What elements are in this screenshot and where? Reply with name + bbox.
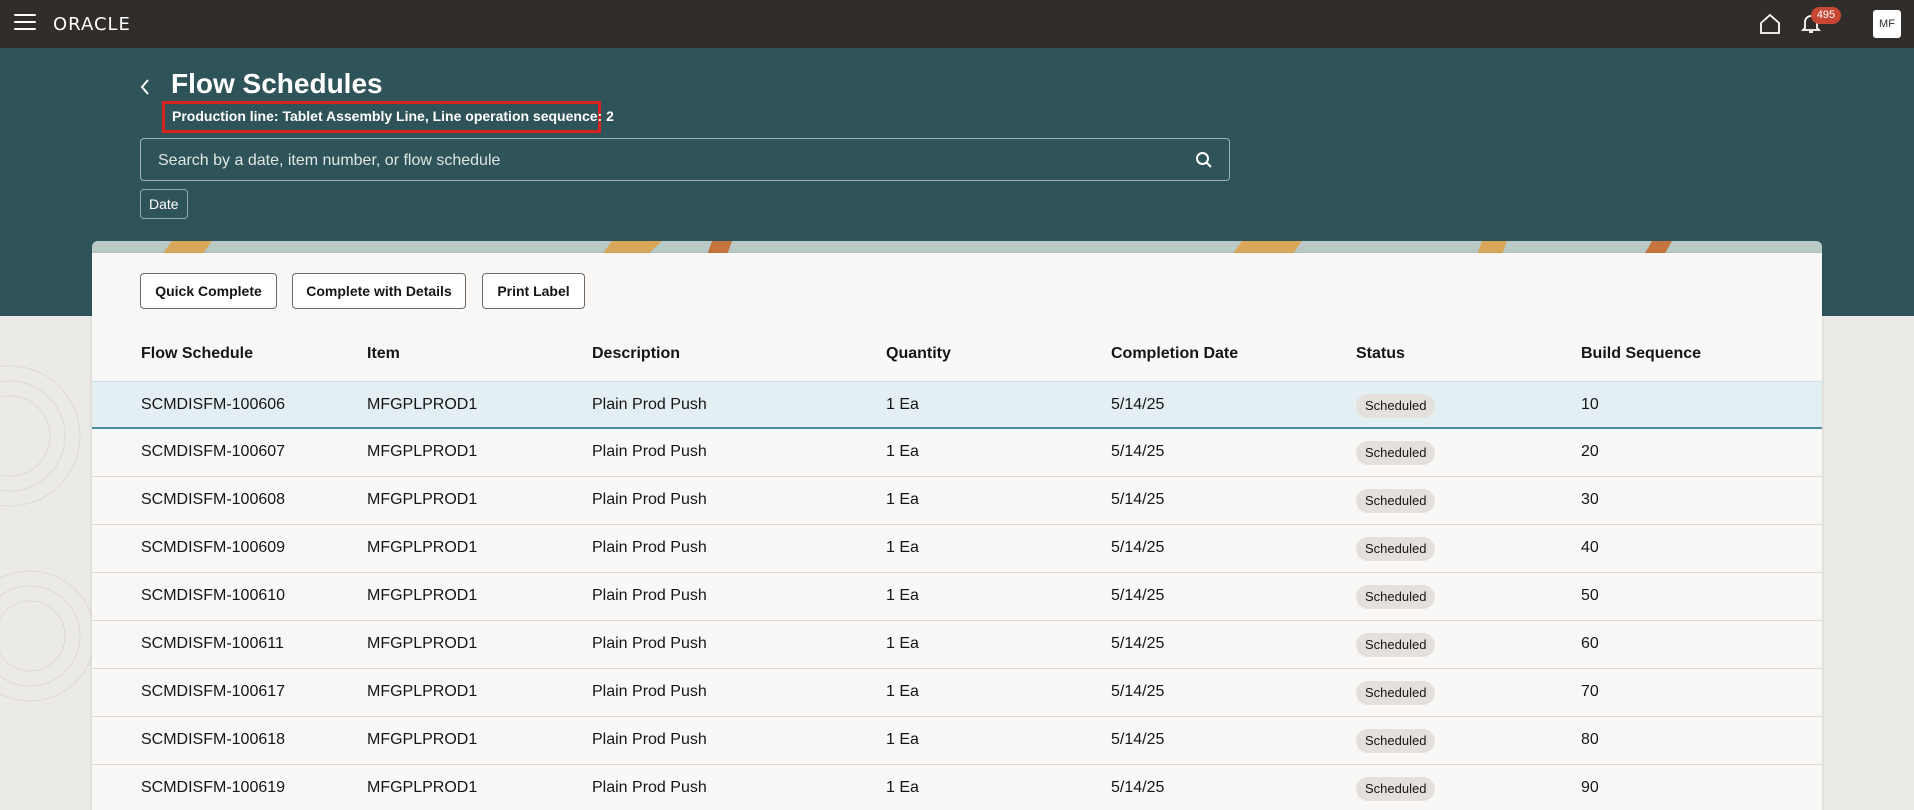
column-header-description[interactable]: Description xyxy=(592,345,680,363)
column-header-build-sequence[interactable]: Build Sequence xyxy=(1581,345,1701,363)
item-cell: MFGPLPROD1 xyxy=(367,779,478,796)
top-bar: ORACLE 495 MF xyxy=(0,0,1914,48)
completion-date-cell: 5/14/25 xyxy=(1111,396,1165,413)
notification-badge: 495 xyxy=(1811,7,1841,24)
completion-date-cell: 5/14/25 xyxy=(1111,635,1165,652)
completion-date-cell: 5/14/25 xyxy=(1111,779,1165,796)
item-cell: MFGPLPROD1 xyxy=(367,396,478,413)
completion-date-cell: 5/14/25 xyxy=(1111,731,1165,748)
status-badge: Scheduled xyxy=(1356,489,1436,513)
status-badge: Scheduled xyxy=(1356,777,1436,801)
item-cell: MFGPLPROD1 xyxy=(367,539,478,556)
user-avatar[interactable]: MF xyxy=(1873,10,1901,38)
item-cell: MFGPLPROD1 xyxy=(367,587,478,604)
flow-schedule-cell: SCMDISFM-100618 xyxy=(141,731,286,748)
search-input[interactable]: Search by a date, item number, or flow s… xyxy=(140,138,1230,181)
column-header-flow-schedule[interactable]: Flow Schedule xyxy=(141,345,253,363)
quantity-cell: 1 Ea xyxy=(886,491,919,508)
table-row[interactable]: SCMDISFM-100606 MFGPLPROD1 Plain Prod Pu… xyxy=(92,381,1822,429)
quantity-cell: 1 Ea xyxy=(886,443,919,460)
column-header-status[interactable]: Status xyxy=(1356,345,1405,363)
table-row[interactable]: SCMDISFM-100607 MFGPLPROD1 Plain Prod Pu… xyxy=(92,429,1822,477)
description-cell: Plain Prod Push xyxy=(592,731,707,748)
status-badge: Scheduled xyxy=(1356,681,1436,705)
build-sequence-cell: 70 xyxy=(1581,683,1599,700)
description-cell: Plain Prod Push xyxy=(592,683,707,700)
description-cell: Plain Prod Push xyxy=(592,779,707,796)
item-cell: MFGPLPROD1 xyxy=(367,635,478,652)
item-cell: MFGPLPROD1 xyxy=(367,491,478,508)
description-cell: Plain Prod Push xyxy=(592,587,707,604)
completion-date-cell: 5/14/25 xyxy=(1111,443,1165,460)
hamburger-menu-icon[interactable] xyxy=(14,14,36,34)
description-cell: Plain Prod Push xyxy=(592,491,707,508)
quantity-cell: 1 Ea xyxy=(886,587,919,604)
table-row[interactable]: SCMDISFM-100618 MFGPLPROD1 Plain Prod Pu… xyxy=(92,717,1822,765)
flow-schedule-cell: SCMDISFM-100619 xyxy=(141,779,286,796)
flow-schedule-cell: SCMDISFM-100617 xyxy=(141,683,286,700)
completion-date-cell: 5/14/25 xyxy=(1111,539,1165,556)
build-sequence-cell: 30 xyxy=(1581,491,1599,508)
print-label-button[interactable]: Print Label xyxy=(482,273,585,309)
quantity-cell: 1 Ea xyxy=(886,635,919,652)
status-badge: Scheduled xyxy=(1356,441,1436,465)
flow-schedule-cell: SCMDISFM-100608 xyxy=(141,491,286,508)
description-cell: Plain Prod Push xyxy=(592,635,707,652)
status-badge: Scheduled xyxy=(1356,585,1436,609)
column-header-item[interactable]: Item xyxy=(367,345,400,363)
flow-schedule-cell: SCMDISFM-100610 xyxy=(141,587,286,604)
completion-date-cell: 5/14/25 xyxy=(1111,683,1165,700)
quantity-cell: 1 Ea xyxy=(886,539,919,556)
oracle-logo[interactable]: ORACLE xyxy=(53,14,131,35)
item-cell: MFGPLPROD1 xyxy=(367,683,478,700)
build-sequence-cell: 20 xyxy=(1581,443,1599,460)
build-sequence-cell: 60 xyxy=(1581,635,1599,652)
status-badge: Scheduled xyxy=(1356,633,1436,657)
search-icon[interactable] xyxy=(1195,151,1213,169)
build-sequence-cell: 40 xyxy=(1581,539,1599,556)
table-row[interactable]: SCMDISFM-100619 MFGPLPROD1 Plain Prod Pu… xyxy=(92,765,1822,810)
date-filter-chip[interactable]: Date xyxy=(140,189,188,219)
table-row[interactable]: SCMDISFM-100609 MFGPLPROD1 Plain Prod Pu… xyxy=(92,525,1822,573)
search-placeholder: Search by a date, item number, or flow s… xyxy=(158,152,501,169)
back-chevron-icon[interactable] xyxy=(136,76,156,98)
flow-schedule-cell: SCMDISFM-100606 xyxy=(141,396,286,413)
build-sequence-cell: 10 xyxy=(1581,396,1599,413)
flow-schedule-cell: SCMDISFM-100609 xyxy=(141,539,286,556)
quantity-cell: 1 Ea xyxy=(886,731,919,748)
status-badge: Scheduled xyxy=(1356,537,1436,561)
production-line-subtitle: Production line: Tablet Assembly Line, L… xyxy=(172,108,614,124)
completion-date-cell: 5/14/25 xyxy=(1111,491,1165,508)
flow-schedule-cell: SCMDISFM-100611 xyxy=(141,635,284,652)
page-title: Flow Schedules xyxy=(171,68,383,99)
description-cell: Plain Prod Push xyxy=(592,396,707,413)
quantity-cell: 1 Ea xyxy=(886,779,919,796)
item-cell: MFGPLPROD1 xyxy=(367,443,478,460)
item-cell: MFGPLPROD1 xyxy=(367,731,478,748)
status-badge: Scheduled xyxy=(1356,394,1436,418)
completion-date-cell: 5/14/25 xyxy=(1111,587,1165,604)
table-row[interactable]: SCMDISFM-100611 MFGPLPROD1 Plain Prod Pu… xyxy=(92,621,1822,669)
flow-schedule-cell: SCMDISFM-100607 xyxy=(141,443,286,460)
quantity-cell: 1 Ea xyxy=(886,396,919,413)
build-sequence-cell: 50 xyxy=(1581,587,1599,604)
quick-complete-button[interactable]: Quick Complete xyxy=(140,273,277,309)
status-badge: Scheduled xyxy=(1356,729,1436,753)
table-row[interactable]: SCMDISFM-100610 MFGPLPROD1 Plain Prod Pu… xyxy=(92,573,1822,621)
description-cell: Plain Prod Push xyxy=(592,443,707,460)
column-header-completion-date[interactable]: Completion Date xyxy=(1111,345,1238,363)
table-row[interactable]: SCMDISFM-100617 MFGPLPROD1 Plain Prod Pu… xyxy=(92,669,1822,717)
complete-with-details-button[interactable]: Complete with Details xyxy=(292,273,466,309)
build-sequence-cell: 90 xyxy=(1581,779,1599,796)
description-cell: Plain Prod Push xyxy=(592,539,707,556)
table-row[interactable]: SCMDISFM-100608 MFGPLPROD1 Plain Prod Pu… xyxy=(92,477,1822,525)
home-icon[interactable] xyxy=(1758,12,1782,36)
build-sequence-cell: 80 xyxy=(1581,731,1599,748)
column-header-quantity[interactable]: Quantity xyxy=(886,345,951,363)
quantity-cell: 1 Ea xyxy=(886,683,919,700)
